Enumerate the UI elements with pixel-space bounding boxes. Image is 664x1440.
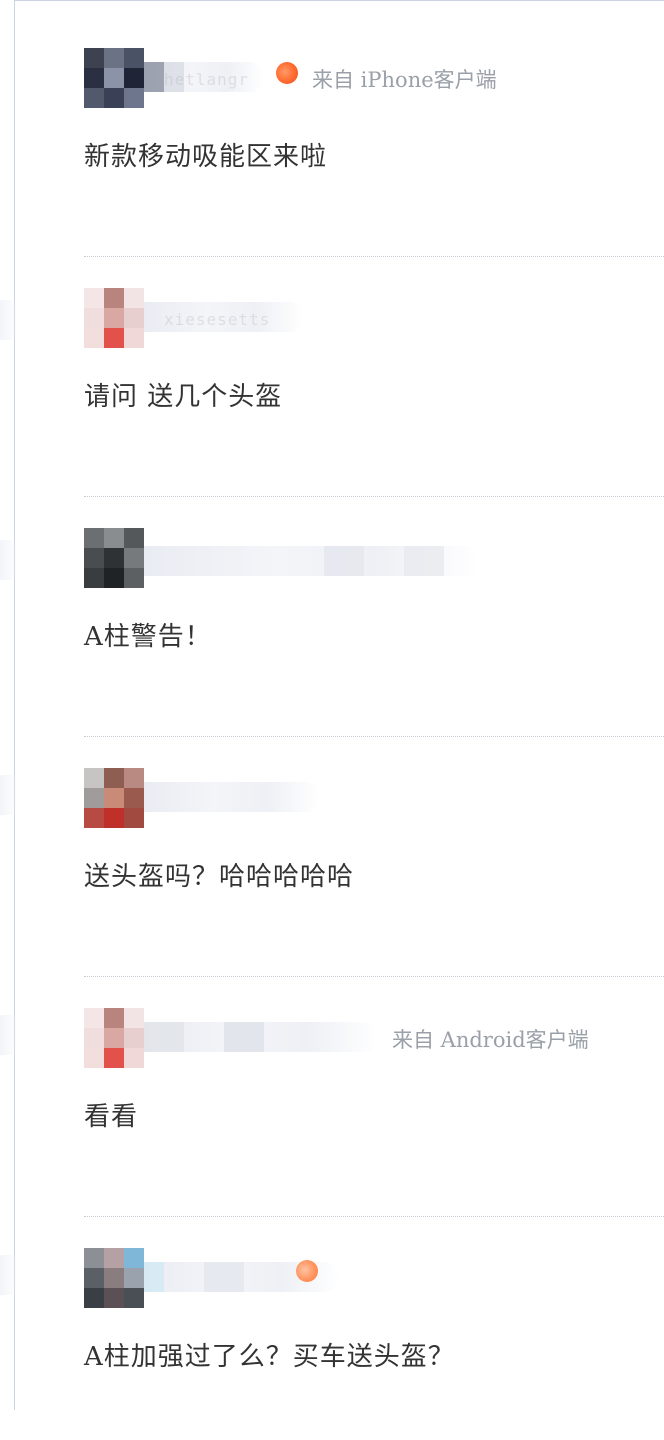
comment-text: 请问 送几个头盔 bbox=[84, 382, 283, 412]
avatar-pixel bbox=[104, 788, 124, 808]
avatar-pixel bbox=[124, 1288, 144, 1308]
avatar[interactable] bbox=[84, 1248, 144, 1308]
left-border bbox=[14, 0, 15, 1410]
avatar-pixel bbox=[124, 788, 144, 808]
avatar-pixel bbox=[124, 1008, 144, 1028]
comment-item: A柱警告！ bbox=[84, 480, 664, 720]
username[interactable]: xiesesetts bbox=[164, 310, 270, 329]
avatar-pixel bbox=[124, 308, 144, 328]
avatar-pixel bbox=[124, 288, 144, 308]
avatar-pixel bbox=[84, 328, 104, 348]
username-blurred[interactable] bbox=[144, 546, 480, 576]
avatar-pixel bbox=[84, 1268, 104, 1288]
avatar-pixel bbox=[84, 48, 104, 68]
avatar-pixel bbox=[84, 1248, 104, 1268]
comment-text: A柱警告！ bbox=[84, 622, 212, 652]
avatar-pixel bbox=[124, 48, 144, 68]
avatar[interactable] bbox=[84, 1008, 144, 1068]
source-label: 来自 Android客户端 bbox=[392, 1028, 589, 1052]
avatar-pixel bbox=[84, 1028, 104, 1048]
comment-text: 送头盔吗？哈哈哈哈哈 bbox=[84, 862, 355, 892]
avatar-pixel bbox=[104, 328, 124, 348]
avatar-pixel bbox=[84, 1008, 104, 1028]
avatar-pixel bbox=[84, 1048, 104, 1068]
avatar-pixel bbox=[104, 1248, 124, 1268]
avatar-pixel bbox=[104, 1008, 124, 1028]
avatar[interactable] bbox=[84, 768, 144, 828]
avatar-pixel bbox=[104, 88, 124, 108]
avatar-pixel bbox=[104, 1028, 124, 1048]
avatar-pixel bbox=[124, 328, 144, 348]
avatar-pixel bbox=[104, 768, 124, 788]
comment-text: 看看 bbox=[84, 1102, 139, 1132]
side-mark bbox=[0, 1015, 18, 1055]
avatar-pixel bbox=[124, 88, 144, 108]
avatar-pixel bbox=[124, 808, 144, 828]
avatar-pixel bbox=[84, 68, 104, 88]
avatar-pixel bbox=[104, 1268, 124, 1288]
avatar-pixel bbox=[84, 768, 104, 788]
avatar-pixel bbox=[84, 528, 104, 548]
avatar-pixel bbox=[124, 528, 144, 548]
avatar-pixel bbox=[84, 548, 104, 568]
comment-item: xiesesetts 请问 送几个头盔 bbox=[84, 240, 664, 480]
avatar-pixel bbox=[104, 528, 124, 548]
avatar-pixel bbox=[84, 788, 104, 808]
badge-icon bbox=[296, 1260, 318, 1282]
avatar-pixel bbox=[104, 48, 124, 68]
comment-text: 新款移动吸能区来啦 bbox=[84, 142, 328, 172]
avatar-pixel bbox=[84, 288, 104, 308]
side-mark bbox=[0, 1255, 18, 1295]
side-mark bbox=[0, 775, 18, 815]
comment-item: 来自 Android客户端 看看 bbox=[84, 960, 664, 1200]
avatar-pixel bbox=[84, 88, 104, 108]
avatar-pixel bbox=[84, 568, 104, 588]
avatar[interactable] bbox=[84, 48, 144, 108]
avatar-pixel bbox=[124, 548, 144, 568]
side-mark bbox=[0, 540, 18, 580]
avatar[interactable] bbox=[84, 528, 144, 588]
source-label: 来自 iPhone客户端 bbox=[312, 68, 497, 92]
avatar[interactable] bbox=[84, 288, 144, 348]
avatar-pixel bbox=[84, 808, 104, 828]
avatar-pixel bbox=[124, 1048, 144, 1068]
avatar-pixel bbox=[104, 568, 124, 588]
comment-text: A柱加强过了么？买车送头盔？ bbox=[84, 1342, 455, 1372]
avatar-pixel bbox=[124, 768, 144, 788]
avatar-pixel bbox=[104, 1288, 124, 1308]
comment-item: A柱加强过了么？买车送头盔？ bbox=[84, 1200, 664, 1440]
avatar-pixel bbox=[84, 1288, 104, 1308]
avatar-pixel bbox=[124, 1028, 144, 1048]
username-blurred[interactable] bbox=[144, 782, 320, 812]
avatar-pixel bbox=[104, 308, 124, 328]
username[interactable]: hetlangr bbox=[164, 70, 249, 89]
avatar-pixel bbox=[104, 1048, 124, 1068]
avatar-pixel bbox=[104, 288, 124, 308]
avatar-pixel bbox=[84, 308, 104, 328]
comment-item: hetlangr 来自 iPhone客户端 新款移动吸能区来啦 bbox=[84, 0, 664, 240]
username-blurred[interactable] bbox=[144, 1022, 378, 1052]
avatar-pixel bbox=[124, 1248, 144, 1268]
avatar-pixel bbox=[124, 68, 144, 88]
avatar-pixel bbox=[104, 548, 124, 568]
avatar-pixel bbox=[104, 68, 124, 88]
comment-item: 送头盔吗？哈哈哈哈哈 bbox=[84, 720, 664, 960]
avatar-pixel bbox=[124, 1268, 144, 1288]
side-mark bbox=[0, 300, 18, 340]
avatar-pixel bbox=[104, 808, 124, 828]
badge-icon bbox=[276, 62, 298, 84]
avatar-pixel bbox=[124, 568, 144, 588]
